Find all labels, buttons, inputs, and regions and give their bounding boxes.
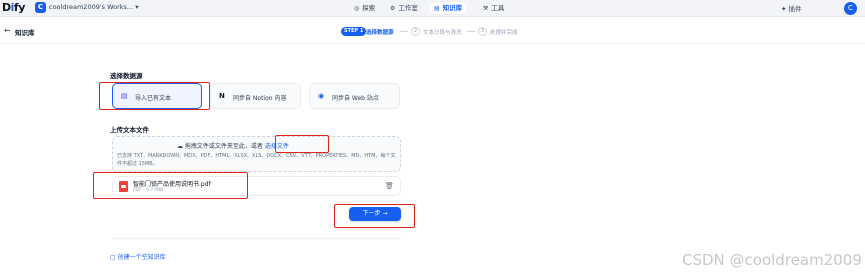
data-source-title: 选择数据源 [110, 72, 143, 80]
hammer-icon: ⚒ [483, 5, 489, 12]
supported-formats-hint: 已支持 TXT、MARKDOWN、MDX、PDF、HTML、XLSX、XLS、D… [117, 153, 396, 167]
web-icon: ◉ [318, 92, 325, 100]
trash-icon[interactable]: 🗑 [385, 182, 394, 190]
source-option-notion[interactable]: N 同步自 Notion 内容 [210, 83, 301, 109]
user-avatar[interactable]: C [844, 2, 857, 15]
back-arrow-icon[interactable]: ← [4, 26, 11, 35]
step-divider [400, 31, 408, 32]
step-3-number: 3 [478, 27, 487, 36]
step-1-badge: STEP 1 [341, 27, 367, 36]
workspace-avatar[interactable]: C [35, 2, 46, 13]
step-3-label: 处理并完成 [490, 30, 518, 36]
header-row: ← 知识库 STEP 1 选择数据源 2 文本分段与清洗 3 处理并完成 [0, 17, 865, 44]
annotation-box [275, 135, 329, 153]
puzzle-icon: ✦ [781, 5, 789, 13]
step-2-number: 2 [411, 27, 420, 36]
notion-icon: N [219, 92, 225, 100]
compass-icon: ◎ [354, 5, 360, 12]
upload-title: 上传文本文件 [110, 126, 149, 134]
create-empty-knowledge-link[interactable]: ▢ 创建一个空知识库 [110, 252, 166, 261]
cloud-upload-icon: ☁ [177, 143, 183, 150]
plugins-button[interactable]: ✦ 插件 [781, 3, 802, 13]
dropzone-prompt: ☁ 拖拽文件或文件夹至此，或者 选择文件 [177, 143, 289, 150]
source-option-web[interactable]: ◉ 同步自 Web 站点 [309, 83, 400, 109]
annotation-box [99, 82, 210, 110]
workspace-switcher[interactable]: cooldream2009's Works... ▾ [49, 3, 138, 11]
top-navigation-bar: Dify C cooldream2009's Works... ▾ ◎ 探索 ⚙ 工… [0, 0, 865, 17]
step-divider [467, 31, 475, 32]
csdn-watermark: CSDN @cooldream2009 [682, 251, 862, 269]
grid-icon: ⚙ [390, 5, 396, 12]
page-title: 知识库 [15, 29, 35, 37]
folder-icon: ▢ [110, 254, 116, 261]
tab-tools[interactable]: ⚒ 工具 [478, 2, 509, 14]
divider [112, 238, 401, 239]
tab-explore[interactable]: ◎ 探索 [349, 2, 380, 14]
file-dropzone[interactable]: ☁ 拖拽文件或文件夹至此，或者 选择文件 已支持 TXT、MARKDOWN、MD… [112, 136, 401, 172]
step-1-label: 选择数据源 [366, 30, 394, 36]
step-2-label: 文本分段与清洗 [423, 30, 462, 36]
annotation-box [93, 172, 248, 199]
tab-knowledge[interactable]: ▤ 知识库 [429, 2, 468, 14]
dify-logo[interactable]: Dify [2, 1, 25, 14]
tab-studio[interactable]: ⚙ 工作室 [385, 2, 423, 14]
book-icon: ▤ [434, 5, 440, 12]
annotation-box [334, 204, 415, 228]
